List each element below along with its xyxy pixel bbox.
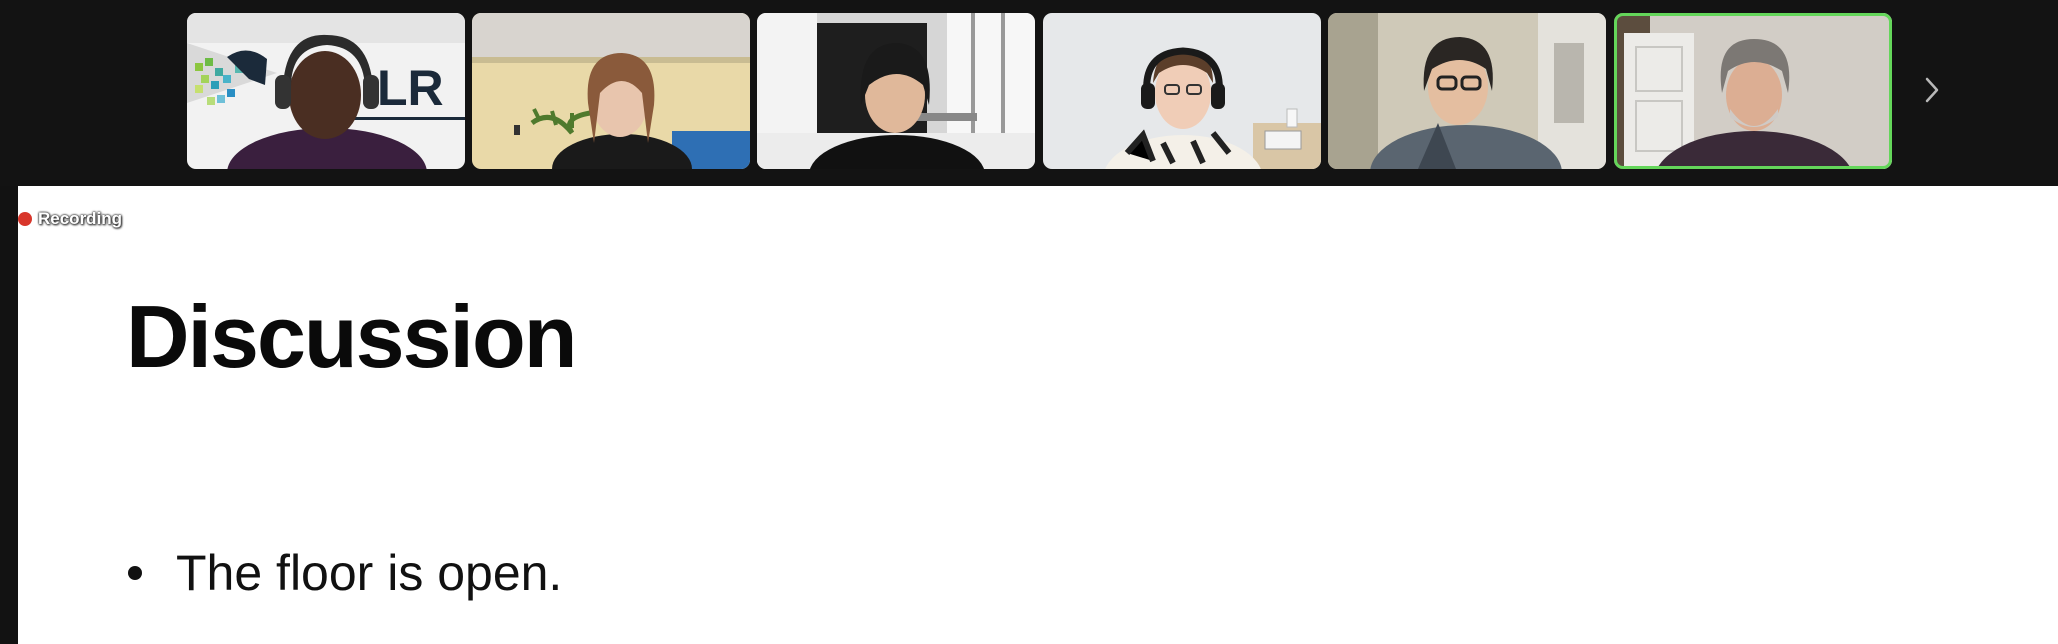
meeting-window: LR Recording Discussion The floor is ope… bbox=[0, 0, 2058, 644]
bullet-icon bbox=[128, 566, 142, 580]
tile-frame bbox=[1043, 13, 1321, 169]
participant-tile-3[interactable] bbox=[757, 13, 1035, 169]
participant-tile-2[interactable] bbox=[472, 13, 750, 169]
tile-frame bbox=[757, 13, 1035, 169]
shared-screen-slide: Recording Discussion The floor is open. bbox=[18, 186, 2058, 644]
participant-tile-4[interactable] bbox=[1043, 13, 1321, 169]
active-speaker-frame bbox=[1614, 13, 1892, 169]
slide-bullet-item: The floor is open. bbox=[126, 544, 562, 602]
participant-gallery: LR bbox=[0, 0, 2058, 186]
recording-indicator: Recording bbox=[18, 208, 122, 230]
slide-title: Discussion bbox=[126, 287, 577, 386]
slide-bullet-list: The floor is open. bbox=[126, 544, 562, 602]
tile-frame bbox=[187, 13, 465, 169]
participant-tile-6-active-speaker[interactable] bbox=[1614, 13, 1892, 169]
recording-label: Recording bbox=[38, 209, 123, 228]
slide-bullet-text: The floor is open. bbox=[176, 545, 563, 601]
gallery-next-button[interactable] bbox=[1914, 70, 1950, 110]
participant-tile-5[interactable] bbox=[1328, 13, 1606, 169]
tile-frame bbox=[1328, 13, 1606, 169]
chevron-right-icon bbox=[1925, 77, 1939, 103]
recording-dot-icon bbox=[18, 212, 32, 226]
participant-tile-1[interactable]: LR bbox=[187, 13, 465, 169]
tile-frame bbox=[472, 13, 750, 169]
